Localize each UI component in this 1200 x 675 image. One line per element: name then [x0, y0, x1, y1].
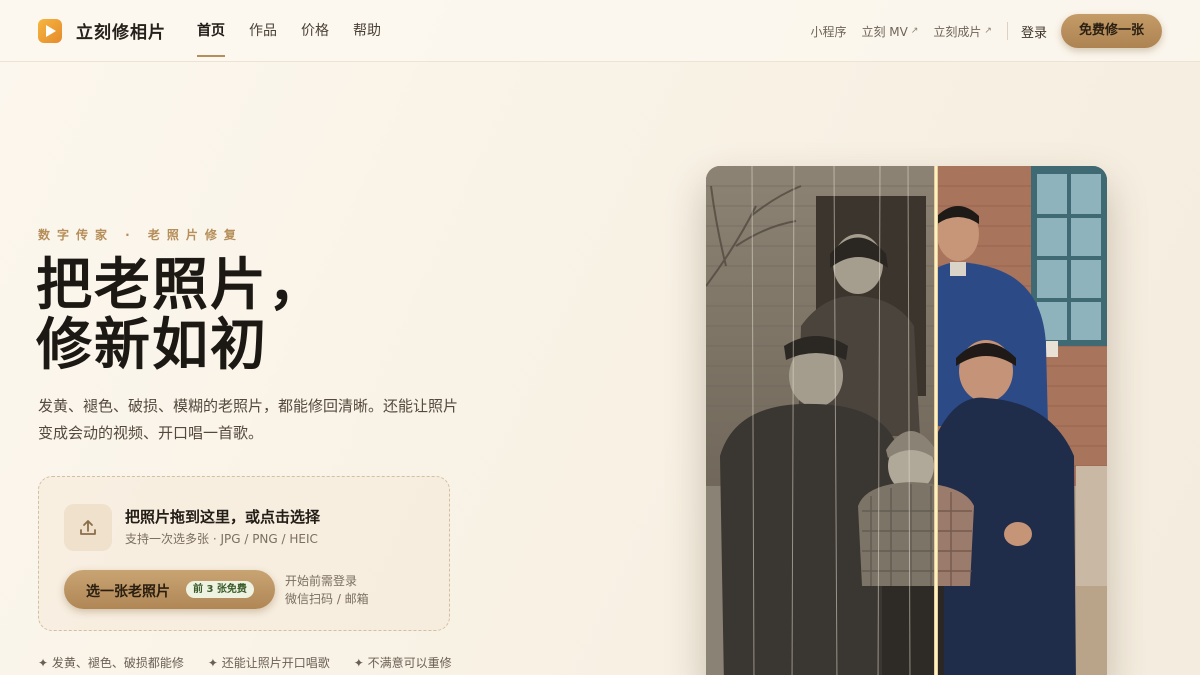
right-nav: 小程序 立刻 MV ↗ 立刻成片 ↗ 登录 免费修一张: [795, 14, 1162, 48]
hero-headline: 把老照片， 修新如初: [36, 256, 326, 376]
login-link[interactable]: 登录: [1021, 22, 1047, 41]
hero-eyebrow: 数字传家 · 老照片修复: [38, 228, 243, 242]
external-link-icon: ↗: [910, 26, 919, 36]
upload-hint: 支持一次选多张 · JPG / PNG / HEIC: [125, 532, 318, 546]
film-link-label: 立刻成片: [933, 24, 982, 39]
before-after-photo: [706, 166, 1107, 675]
login-note-line-1: 开始前需登录: [285, 574, 358, 588]
mini-program-link[interactable]: 小程序: [810, 23, 846, 40]
nav-item-home[interactable]: 首页: [197, 0, 225, 62]
mv-link[interactable]: 立刻 MV ↗: [861, 23, 918, 40]
play-logo-icon: [38, 18, 62, 43]
mv-link-label: 立刻 MV: [861, 24, 908, 39]
feature-item: ✦ 还能让照片开口唱歌: [207, 656, 330, 670]
external-link-icon: ↗: [984, 26, 992, 36]
brand-name: 立刻修相片: [76, 23, 166, 43]
nav-item-works[interactable]: 作品: [249, 0, 277, 62]
brand[interactable]: 立刻修相片: [38, 18, 166, 43]
feature-item: ✦ 不满意可以重修: [353, 656, 452, 670]
top-nav-bar: 立刻修相片 首页 作品 价格 帮助 小程序 立刻 MV ↗ 立刻成片 ↗ 登录 …: [0, 0, 1200, 62]
free-fix-button[interactable]: 免费修一张: [1060, 14, 1162, 48]
film-link[interactable]: 立刻成片 ↗: [933, 23, 992, 40]
hero-subtitle: 发黄、褪色、破损、模糊的老照片，都能修回清晰。还能让照片变成会动的视频、开口唱一…: [38, 397, 459, 442]
feature-item: ✦ 发黄、褪色、破损都能修: [38, 656, 184, 670]
nav-item-help[interactable]: 帮助: [353, 0, 381, 62]
select-photo-button[interactable]: 选一张老照片 前 3 张免费: [64, 570, 275, 609]
nav-item-pricing[interactable]: 价格: [301, 0, 329, 62]
feature-list: ✦ 发黄、褪色、破损都能修 ✦ 还能让照片开口唱歌 ✦ 不满意可以重修: [38, 654, 476, 671]
original-scene: [706, 166, 936, 675]
headline-line-2: 修新如初: [36, 313, 268, 378]
upload-title: 把照片拖到这里，或点击选择: [125, 508, 321, 526]
select-photo-label: 选一张老照片: [86, 584, 170, 600]
login-note-line-2: 微信扫码 / 邮箱: [285, 592, 369, 606]
upload-icon: [64, 504, 112, 551]
login-note: 开始前需登录 微信扫码 / 邮箱: [285, 572, 369, 608]
mini-program-label: 小程序: [810, 24, 847, 39]
free-badge: 前 3 张免费: [186, 581, 254, 598]
main-nav: 首页 作品 价格 帮助: [197, 0, 405, 62]
headline-line-1: 把老照片，: [36, 253, 326, 318]
nav-divider: [1006, 22, 1008, 40]
upload-dropzone[interactable]: 把照片拖到这里，或点击选择 支持一次选多张 · JPG / PNG / HEIC…: [38, 476, 450, 631]
family-photo-illustration: [706, 166, 1107, 675]
